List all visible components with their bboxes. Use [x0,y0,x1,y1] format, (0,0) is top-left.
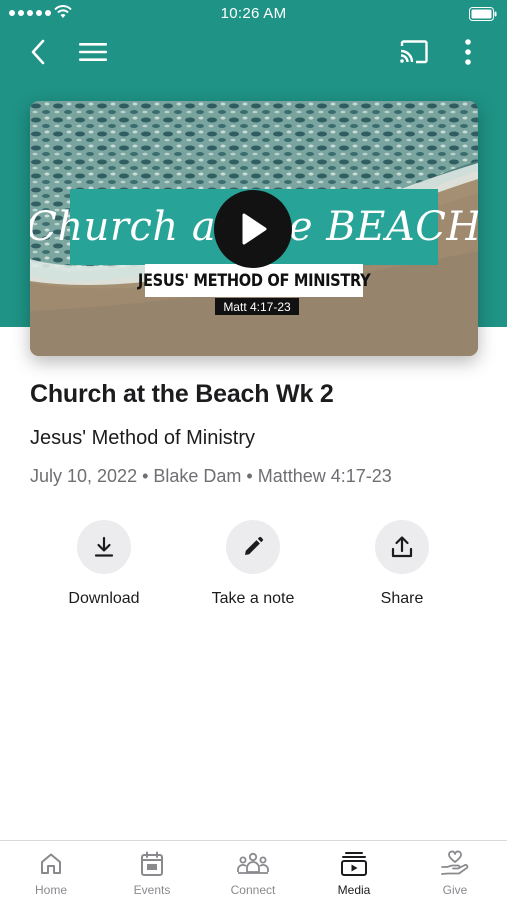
tab-give-label: Give [442,883,468,897]
download-icon [94,536,114,557]
media-meta: July 10, 2022 • Blake Dam • Matthew 4:17… [30,466,392,486]
home-icon [41,853,61,874]
thumbnail-subtitle: JESUS' METHOD OF MINISTRY [138,264,371,297]
media-thumbnail[interactable]: Church at the BEACH JESUS' METHOD OF MIN… [30,101,478,356]
cast-button[interactable] [395,36,433,68]
calendar-icon [141,851,163,876]
chevron-left-icon [31,39,45,65]
pencil-icon [245,536,264,555]
tab-give[interactable]: Give [405,849,505,897]
bottom-tab-bar: Home Events Connect Media Give [0,840,507,901]
thumbnail-verse-text: Matt 4:17-23 [223,299,291,314]
download-button[interactable]: Download [39,520,169,608]
cast-icon [400,40,428,64]
take-note-label: Take a note [211,590,295,607]
play-button[interactable] [214,190,292,268]
download-circle[interactable] [77,520,131,574]
status-time: 10:26 AM [220,5,287,22]
tab-home-label: Home [34,883,67,897]
share-icon [391,536,413,558]
share-button[interactable]: Share [337,520,467,608]
tab-home[interactable]: Home [1,849,101,897]
more-vertical-icon [465,39,471,65]
download-label: Download [68,590,140,607]
media-title: Church at the Beach Wk 2 [30,380,334,408]
media-subtitle: Jesus' Method of Ministry [30,427,256,449]
tab-media[interactable]: Media [304,849,404,897]
tab-events[interactable]: Events [102,849,202,897]
tab-connect-label: Connect [230,883,276,897]
tab-connect[interactable]: Connect [203,849,303,897]
tab-events-label: Events [133,883,171,897]
share-circle[interactable] [375,520,429,574]
take-note-circle[interactable] [226,520,280,574]
status-bar: 10:26 AM [0,0,507,28]
take-note-button[interactable]: Take a note [188,520,318,608]
thumbnail-verse: Matt 4:17-23 [215,298,299,315]
people-icon [237,852,269,874]
play-icon [242,213,267,245]
media-player-icon [341,852,367,876]
share-label: Share [380,590,424,607]
hand-heart-icon [441,850,469,875]
more-options-button[interactable] [452,36,484,68]
tab-media-label: Media [337,883,371,897]
back-button[interactable] [20,36,56,68]
hamburger-menu-icon [79,43,107,61]
thumbnail-subtitle-text: JESUS' METHOD OF MINISTRY [137,270,371,291]
battery-icon [469,7,497,21]
menu-button[interactable] [74,36,112,68]
